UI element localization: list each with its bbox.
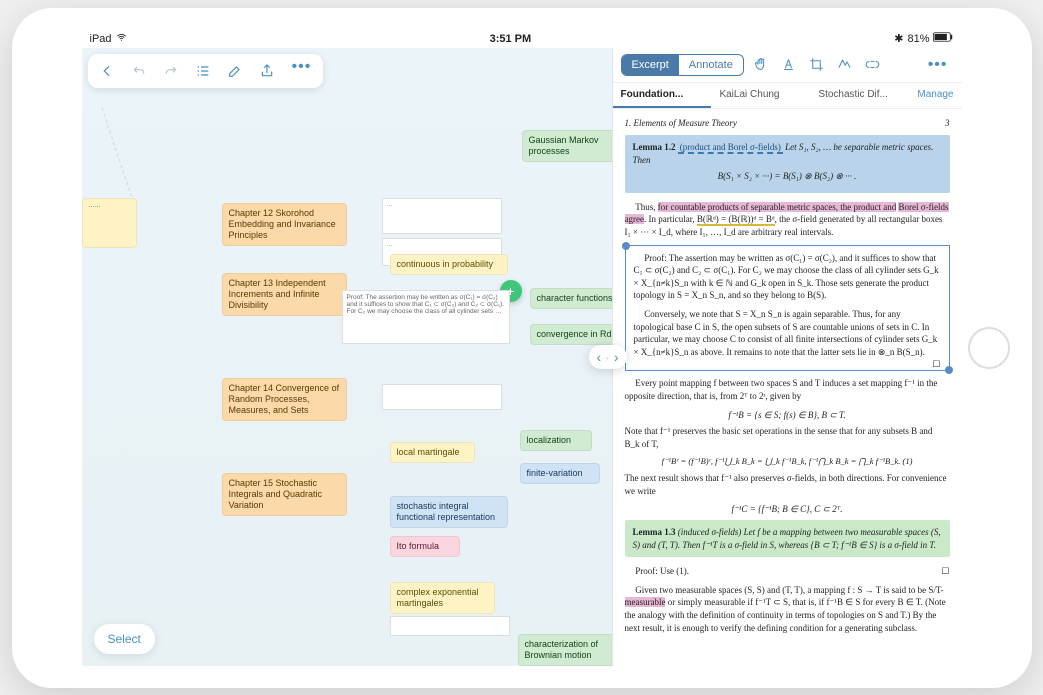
selection-handle-top[interactable] <box>622 242 630 250</box>
mini-node[interactable]: …… <box>82 198 137 248</box>
lemma-1-3-label: Lemma 1.3 <box>633 527 676 537</box>
hand-tool-icon[interactable] <box>750 54 772 76</box>
topic-stochastic-integral[interactable]: stochastic integral functional represent… <box>390 496 508 529</box>
crop-tool-icon[interactable] <box>806 54 828 76</box>
lemma-1-3-name: (induced σ-fields) <box>678 527 742 537</box>
proof-preview[interactable]: Proof: The assertion may be written as σ… <box>342 290 510 344</box>
document-viewer[interactable]: 1. Elements of Measure Theory 3 Lemma 1.… <box>613 109 962 666</box>
select-button[interactable]: Select <box>94 624 155 654</box>
text-tool-icon[interactable] <box>778 54 800 76</box>
lemma-1-2-label: Lemma 1.2 <box>633 142 676 152</box>
topic-char-functions[interactable]: character functions <box>530 288 612 309</box>
measurable-paragraph: Given two measurable spaces (S, S) and (… <box>625 584 950 634</box>
bluetooth-icon: ✱ <box>894 32 903 45</box>
status-bar: iPad 3:51 PM ✱ 81% <box>82 30 962 48</box>
topic-finite-variation[interactable]: finite-variation <box>520 463 600 484</box>
chapter-node-15[interactable]: Chapter 15 Stochastic Integrals and Quad… <box>222 473 347 517</box>
preview-excerpt-4[interactable] <box>390 616 510 636</box>
page-dot: · <box>605 349 610 365</box>
topic-complex-exp[interactable]: complex exponential martingales <box>390 582 495 615</box>
back-button[interactable] <box>94 58 120 84</box>
next-page-button[interactable]: › <box>614 349 619 365</box>
wifi-icon <box>116 32 127 46</box>
left-more-button[interactable]: ••• <box>286 58 318 84</box>
preserve-paragraph: Note that f⁻¹ preserves the basic set op… <box>625 425 950 450</box>
chapter-node-14[interactable]: Chapter 14 Convergence of Random Process… <box>222 378 347 422</box>
mapping-paragraph: Every point mapping f between two spaces… <box>625 377 950 402</box>
lemma-1-3-box[interactable]: Lemma 1.3 (induced σ-fields) Let f be a … <box>625 520 950 557</box>
right-toolbar: Excerpt Annotate ••• <box>613 48 962 83</box>
formula-finvC: f⁻¹C = {f⁻¹B; B ∈ C}, C ⊂ 2ᵀ. <box>625 503 950 516</box>
outline-button[interactable] <box>190 58 216 84</box>
chapter-node-12[interactable]: Chapter 12 Skorohod Embedding and Invari… <box>222 203 347 247</box>
battery-label: 81% <box>907 33 929 45</box>
highlight-borel-rd: B(ℝᵈ) = (B(ℝ))ᵈ = Bᵈ <box>697 214 775 226</box>
prev-page-button[interactable]: ‹ <box>597 349 602 365</box>
preview-excerpt-3[interactable] <box>382 384 502 410</box>
clock: 3:51 PM <box>490 33 532 45</box>
highlight-measurable: measurable <box>625 597 666 607</box>
section-title: 1. Elements of Measure Theory <box>625 117 737 130</box>
share-button[interactable] <box>254 58 280 84</box>
selection-handle-bottom[interactable] <box>945 366 953 374</box>
proof-1-3: Proof: Use (1).☐ <box>625 565 950 578</box>
proof-p1: Proof: The assertion may be written as σ… <box>634 252 941 302</box>
lemma-1-2-formula: B(S₁ × S₂ × ···) = B(S₁) ⊗ B(S₂) ⊗ ··· . <box>633 170 942 183</box>
topic-cont-prob[interactable]: continuous in probability <box>390 254 508 275</box>
thus-paragraph[interactable]: Thus, for countable products of separabl… <box>625 201 950 239</box>
tab-kailai[interactable]: KaiLai Chung <box>711 83 810 108</box>
topic-ito-formula[interactable]: Ito formula <box>390 536 460 557</box>
undo-button[interactable] <box>126 58 152 84</box>
topic-localization[interactable]: localization <box>520 430 592 451</box>
mode-segmented-control: Excerpt Annotate <box>621 54 744 76</box>
page-navigator: ‹ · › <box>589 345 627 369</box>
tab-foundation[interactable]: Foundation... <box>613 83 712 108</box>
next-result-paragraph: The next result shows that f⁻¹ also pres… <box>625 472 950 497</box>
lemma-1-2-box[interactable]: Lemma 1.2 (product and Borel σ-fields) L… <box>625 135 950 193</box>
excerpt-tab[interactable]: Excerpt <box>622 55 679 75</box>
topic-gaussian[interactable]: Gaussian Markov processes <box>522 130 612 163</box>
edit-button[interactable] <box>222 58 248 84</box>
left-toolbar: ••• <box>88 54 324 88</box>
document-tabs: Foundation... KaiLai Chung Stochastic Di… <box>613 83 962 109</box>
manage-tabs-button[interactable]: Manage <box>909 83 961 108</box>
proof-p2: Conversely, we note that S = X_n S_n is … <box>634 308 941 358</box>
mindmap-pane[interactable]: ••• <box>82 48 612 666</box>
ipad-home-button[interactable] <box>968 327 1010 369</box>
battery-icon <box>933 32 953 45</box>
section-page: 3 <box>945 117 950 130</box>
topic-conv-rd[interactable]: convergence in Rd <box>530 324 612 345</box>
topic-char-bm[interactable]: characterization of Brownian motion <box>518 634 612 666</box>
link-tool-icon[interactable] <box>862 54 884 76</box>
formula-ops: f⁻¹Bᶜ = (f⁻¹B)ᶜ, f⁻¹⋃_k B_k = ⋃_k f⁻¹B_k… <box>625 456 950 468</box>
lasso-tool-icon[interactable] <box>834 54 856 76</box>
redo-button[interactable] <box>158 58 184 84</box>
annotate-tab[interactable]: Annotate <box>679 55 743 75</box>
tab-stochastic[interactable]: Stochastic Dif... <box>810 83 909 108</box>
highlight-countable: for countable products of separable metr… <box>658 202 896 212</box>
carrier-label: iPad <box>90 33 112 45</box>
document-pane: Excerpt Annotate ••• Foundation... KaiLa… <box>612 48 962 666</box>
proof-selection-box[interactable]: Proof: The assertion may be written as σ… <box>625 245 950 372</box>
lemma-1-2-name: (product and Borel σ-fields) <box>678 142 783 154</box>
formula-finv: f⁻¹B = {s ∈ S; f(s) ∈ B}, B ⊂ T. <box>625 409 950 422</box>
topic-local-martingale[interactable]: local martingale <box>390 442 475 463</box>
right-more-button[interactable]: ••• <box>922 56 954 74</box>
preview-excerpt-1[interactable]: … <box>382 198 502 234</box>
chapter-node-13[interactable]: Chapter 13 Independent Increments and In… <box>222 273 347 317</box>
